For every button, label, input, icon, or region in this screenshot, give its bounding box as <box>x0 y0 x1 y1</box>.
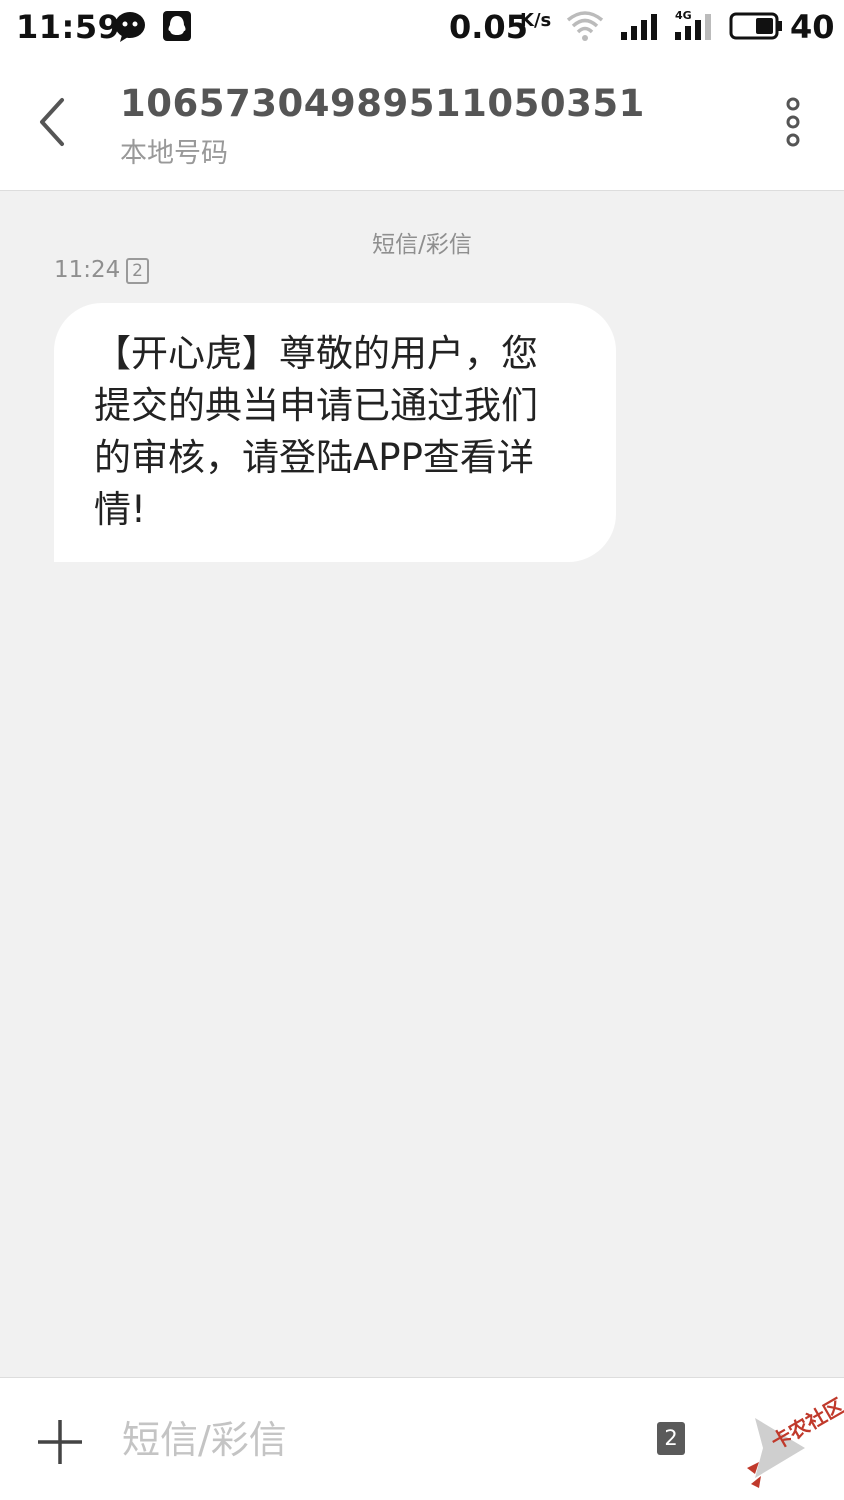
composer-bar: 2 <box>0 1377 844 1500</box>
message-time: 11:24 <box>54 257 121 283</box>
signal-icon-sim2: 4G <box>674 8 714 44</box>
qq-icon <box>162 10 192 46</box>
more-options-button[interactable] <box>776 96 810 150</box>
message-input[interactable] <box>122 1408 622 1472</box>
battery-level: 40 <box>790 8 835 46</box>
sms-conversation-screen: 11:59 0.05 K/s 4G 40 1065730498951105035… <box>0 0 844 1500</box>
battery-icon <box>729 12 783 44</box>
add-attachment-button[interactable] <box>36 1418 84 1466</box>
message-bubble[interactable]: 【开心虎】尊敬的用户，您提交的典当申请已通过我们的审核，请登陆APP查看详情! <box>54 303 616 562</box>
back-button[interactable] <box>28 96 76 148</box>
chevron-left-icon <box>40 98 64 146</box>
channel-label: 短信/彩信 <box>372 232 472 258</box>
sim-badge: 2 <box>126 258 149 284</box>
network-speed-unit: K/s <box>520 10 552 31</box>
wechat-icon <box>114 10 148 48</box>
network-speed: 0.05 <box>449 8 528 46</box>
contact-number: 10657304989511050351 <box>120 82 645 125</box>
more-vertical-icon <box>786 97 800 147</box>
network-type-label: 4G <box>675 9 692 22</box>
plus-icon <box>38 1420 82 1464</box>
sim-select-button[interactable]: 2 <box>657 1422 685 1455</box>
contact-subtitle: 本地号码 <box>120 138 228 169</box>
conversation-header: 10657304989511050351 本地号码 <box>0 56 844 191</box>
status-bar: 11:59 0.05 K/s 4G 40 <box>0 0 844 56</box>
signal-icon-sim1 <box>620 12 660 44</box>
status-time: 11:59 <box>16 8 121 46</box>
wifi-icon <box>566 10 604 46</box>
